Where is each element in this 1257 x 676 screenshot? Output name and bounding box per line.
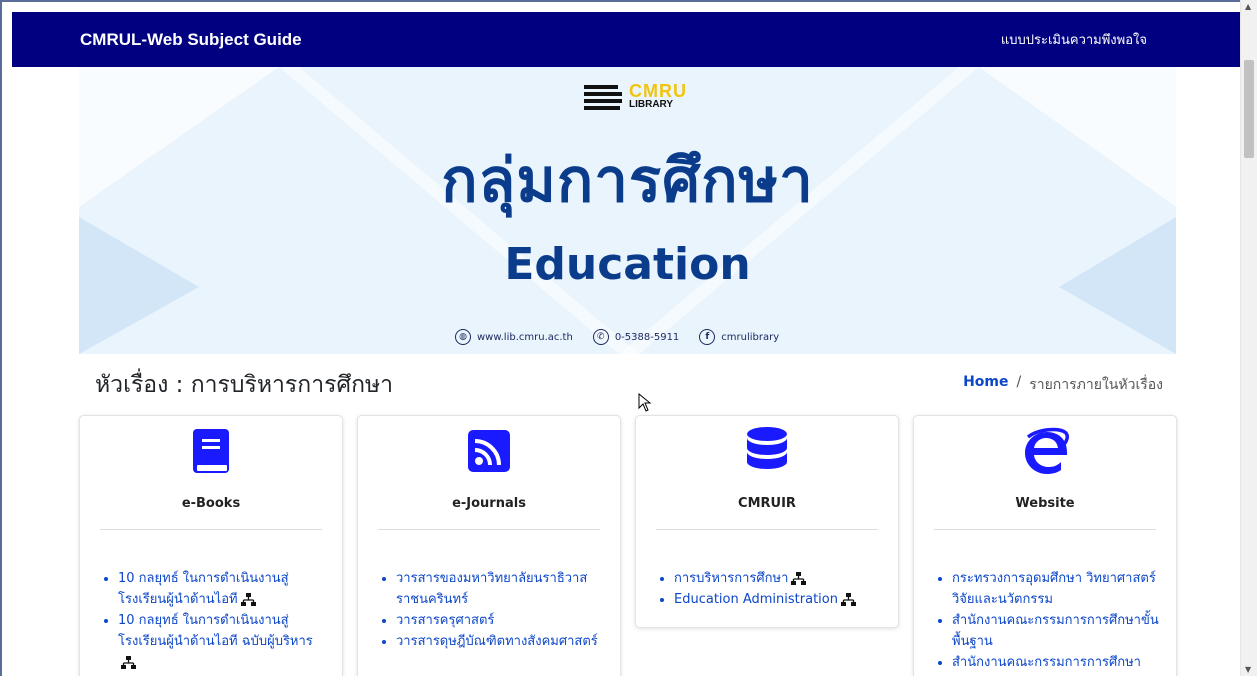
cmru-library-logo: CMRU LIBRARY (582, 81, 687, 111)
banner-title-thai: กลุ่มการศึกษา (441, 146, 814, 216)
browser-viewport: CMRUL-Web Subject Guide แบบประเมินความพึ… (0, 0, 1240, 676)
list-link[interactable]: วารสารดุษฎีบัณฑิตทางสังคมศาสตร์ (396, 634, 598, 649)
list-link[interactable]: กระทรวงการอุดมศึกษา วิทยาศาสตร์ วิจัยและ… (952, 571, 1156, 607)
network-icon (240, 592, 256, 606)
book-icon (193, 429, 229, 473)
internet-explorer-icon (1025, 427, 1069, 474)
banner-contacts: ◍ www.lib.cmru.ac.th ✆ 0-5388-5911 f cmruli… (455, 329, 779, 345)
list-item[interactable]: 10 กลยุทธ์ ในการดำเนินงานสู่โรงเรียนผู้น… (118, 568, 328, 610)
list-link[interactable]: วารสารของมหาวิทยาลัยนราธิวาสราชนครินทร์ (396, 571, 587, 607)
divider (656, 529, 878, 530)
rss-icon (468, 430, 510, 472)
breadcrumb-home[interactable]: Home (963, 374, 1008, 396)
database-icon (747, 427, 787, 469)
phone-text: 0-5388-5911 (614, 331, 680, 343)
list-item[interactable]: สำนักงานคณะกรรมการการศึกษาขั้นพื้นฐาน (952, 610, 1162, 652)
list-link[interactable]: 10 กลยุทธ์ ในการดำเนินงานสู่โรงเรียนผู้น… (118, 613, 313, 649)
card-title: Website (1015, 496, 1075, 511)
scroll-down-icon[interactable]: ▼ (1245, 665, 1251, 674)
list-link[interactable]: การบริหารการศึกษา (674, 571, 788, 586)
card-cmruir: CMRUIR การบริหารการศึกษา Education Admin… (635, 415, 899, 628)
divider (378, 529, 600, 530)
vertical-scrollbar[interactable]: ▲ ▼ (1240, 0, 1257, 676)
network-icon (840, 592, 856, 606)
banner: CMRU LIBRARY กลุ่มการศึกษา Education ◍ ww… (79, 67, 1176, 354)
breadcrumb-current: รายการภายในหัวเรื่อง (1029, 377, 1163, 393)
divider (934, 529, 1156, 530)
card-title: e-Journals (452, 496, 526, 511)
facebook-text: cmrulibrary (721, 331, 780, 343)
card-title: e-Books (181, 496, 241, 511)
page-header: หัวเรื่อง : การบริหารการศึกษา Home / ราย… (95, 367, 1163, 403)
list-item[interactable]: วารสารดุษฎีบัณฑิตทางสังคมศาสตร์ (396, 631, 606, 652)
card-ebooks: e-Books 10 กลยุทธ์ ในการดำเนินงานสู่โรงเ… (79, 415, 343, 676)
mouse-cursor-icon (638, 393, 652, 412)
list-item[interactable]: กระทรวงการอุดมศึกษา วิทยาศาสตร์ วิจัยและ… (952, 568, 1162, 610)
breadcrumb-separator: / (1016, 374, 1022, 390)
list-link[interactable]: สำนักงานคณะกรรมการการศึกษาขั้นพื้นฐาน (952, 613, 1159, 649)
globe-icon: ◍ (455, 329, 471, 345)
logo-text-library: LIBRARY (629, 99, 674, 110)
phone-icon: ✆ (592, 329, 609, 345)
banner-title-english: Education (504, 239, 751, 290)
books-logo-icon (584, 85, 622, 110)
scroll-up-icon[interactable]: ▲ (1245, 2, 1251, 11)
divider (100, 529, 322, 530)
list-item[interactable]: วารสารของมหาวิทยาลัยนราธิวาสราชนครินทร์ (396, 568, 606, 610)
website-text: www.lib.cmru.ac.th (477, 331, 573, 343)
brand-link[interactable]: CMRUL-Web Subject Guide (80, 30, 302, 50)
list-item[interactable]: 10 กลยุทธ์ ในการดำเนินงานสู่โรงเรียนผู้น… (118, 610, 328, 673)
network-icon (121, 655, 136, 669)
list-item[interactable]: วารสารครุศาสตร์ (396, 610, 606, 631)
list-link[interactable]: 10 กลยุทธ์ ในการดำเนินงานสู่โรงเรียนผู้น… (118, 571, 289, 607)
network-icon (791, 571, 807, 585)
page-title: หัวเรื่อง : การบริหารการศึกษา (95, 372, 394, 398)
card-ejournals: e-Journals วารสารของมหาวิทยาลัยนราธิวาสร… (357, 415, 621, 676)
list-link[interactable]: สำนักงานคณะกรรมการการศึกษา (952, 655, 1141, 670)
top-navbar: CMRUL-Web Subject Guide แบบประเมินความพึ… (12, 12, 1240, 67)
breadcrumb: Home / รายการภายในหัวเรื่อง (963, 374, 1163, 396)
list-link[interactable]: Education Administration (674, 592, 838, 607)
survey-link[interactable]: แบบประเมินความพึงพอใจ (1001, 29, 1147, 50)
list-item[interactable]: สำนักงานคณะกรรมการการศึกษา (952, 652, 1162, 673)
list-link[interactable]: วารสารครุศาสตร์ (396, 613, 494, 628)
list-item[interactable]: Education Administration (674, 589, 884, 610)
list-item[interactable]: การบริหารการศึกษา (674, 568, 884, 589)
logo-text-cmru: CMRU (629, 81, 687, 101)
scrollbar-thumb[interactable] (1244, 60, 1254, 158)
card-title: CMRUIR (738, 496, 796, 511)
card-website: Website กระทรวงการอุดมศึกษา วิทยาศาสตร์ … (913, 415, 1177, 676)
facebook-icon: f (699, 329, 716, 345)
